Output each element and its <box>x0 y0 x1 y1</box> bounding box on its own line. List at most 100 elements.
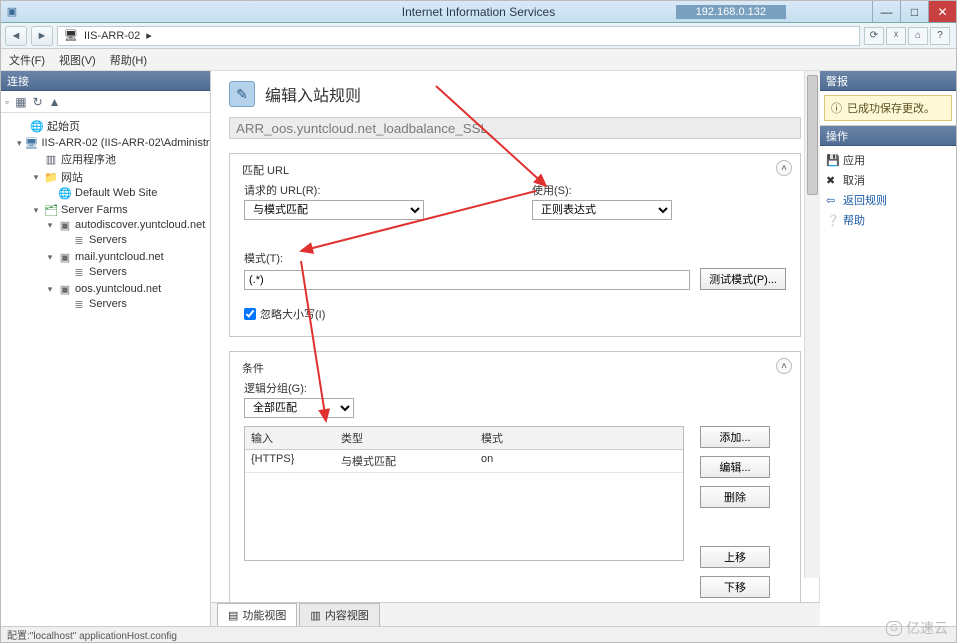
tree-label: Default Web Site <box>75 187 157 199</box>
action-back[interactable]: ⇦ 返回规则 <box>826 190 950 210</box>
farmnode-icon: ▣ <box>58 250 72 264</box>
servers-icon: ≣ <box>72 233 86 247</box>
tree-expand-icon[interactable]: ▦ <box>15 95 26 109</box>
close-button[interactable]: ✕ <box>928 1 956 22</box>
ignore-case-checkbox[interactable]: 忽略大小写(I) <box>244 306 786 322</box>
address-bar: ◄ ► 🖥 IIS-ARR-02 ▸ ⟳ ☓ ⌂ ? <box>1 23 956 49</box>
info-icon: ⓘ <box>831 100 842 116</box>
servers-icon: ≣ <box>72 297 86 311</box>
delete-condition-button[interactable]: 删除 <box>700 486 770 508</box>
tree-label: Server Farms <box>61 204 128 216</box>
server-icon: 🖥 <box>25 136 39 150</box>
tab-label: 功能视图 <box>242 607 286 623</box>
help-toolbar-button[interactable]: ? <box>930 27 950 45</box>
nav-forward-button[interactable]: ► <box>31 26 53 46</box>
tree-farm-oos[interactable]: ▾▣oos.yuntcloud.net <box>45 282 208 296</box>
tab-label: 内容视图 <box>325 607 369 623</box>
tab-content[interactable]: ▥内容视图 <box>299 603 379 626</box>
watermark-text: 亿速云 <box>906 618 948 638</box>
col-input: 输入 <box>245 427 335 449</box>
back-icon: ⇦ <box>826 194 838 206</box>
chevron-right-icon: ▸ <box>146 29 152 42</box>
minimize-button[interactable]: — <box>872 1 900 22</box>
tree-label: autodiscover.yuntcloud.net <box>75 219 205 231</box>
tree-label: mail.yuntcloud.net <box>75 251 164 263</box>
table-row[interactable]: {HTTPS} 与模式匹配 on <box>245 450 683 473</box>
conditions-panel: 条件 ˄ 逻辑分组(G): 全部匹配 输入 类型 <box>229 351 801 602</box>
refresh-button[interactable]: ⟳ <box>864 27 884 45</box>
help-icon: ❔ <box>826 214 838 226</box>
status-text: 配置:"localhost" applicationHost.config <box>7 627 177 642</box>
add-condition-button[interactable]: 添加... <box>700 426 770 448</box>
tree-label: 应用程序池 <box>61 151 116 167</box>
move-down-button[interactable]: 下移 <box>700 576 770 598</box>
farmnode-icon: ▣ <box>58 282 72 296</box>
ignore-case-label: 忽略大小写(I) <box>260 306 325 322</box>
action-cancel[interactable]: ✖ 取消 <box>826 170 950 190</box>
ignore-case-input[interactable] <box>244 308 256 320</box>
tree-default-site[interactable]: 🌐Default Web Site <box>45 186 208 200</box>
breadcrumb[interactable]: 🖥 IIS-ARR-02 ▸ <box>57 26 860 46</box>
test-pattern-button[interactable]: 测试模式(P)... <box>700 268 786 290</box>
tree-servers[interactable]: ≣Servers <box>59 233 208 247</box>
window-ip: 192.168.0.132 <box>676 5 786 19</box>
tree-up-icon[interactable]: ▲ <box>49 95 61 109</box>
menu-file[interactable]: 文件(F) <box>9 52 45 68</box>
watermark: G 亿速云 <box>886 618 948 638</box>
pattern-input[interactable] <box>244 270 690 290</box>
tree-app-pools[interactable]: ▥应用程序池 <box>31 151 208 167</box>
tab-features[interactable]: ▤ 功能视图 <box>217 603 297 626</box>
connect-icon[interactable]: ◦ <box>5 95 9 109</box>
tree-farm-autodiscover[interactable]: ▾▣autodiscover.yuntcloud.net <box>45 218 208 232</box>
tree-label: Servers <box>89 298 127 310</box>
tree-server-farms[interactable]: ▾🗂Server Farms <box>31 203 208 217</box>
using-select[interactable]: 正则表达式 <box>532 200 672 220</box>
alert-text: 已成功保存更改。 <box>847 100 935 116</box>
tree-servers[interactable]: ≣Servers <box>59 297 208 311</box>
col-pattern: 模式 <box>475 427 683 449</box>
watermark-icon: G <box>886 621 902 636</box>
tree-refresh-icon[interactable]: ↻ <box>33 95 43 109</box>
move-up-button[interactable]: 上移 <box>700 546 770 568</box>
tree-sites[interactable]: ▾📁网站 <box>31 169 208 185</box>
edit-condition-button[interactable]: 编辑... <box>700 456 770 478</box>
vertical-scrollbar[interactable] <box>804 71 820 578</box>
apply-icon: 💾 <box>826 154 838 166</box>
menu-help[interactable]: 帮助(H) <box>110 52 147 68</box>
farm-icon: 🗂 <box>44 203 58 217</box>
stop-button[interactable]: ☓ <box>886 27 906 45</box>
conditions-table[interactable]: 输入 类型 模式 {HTTPS} 与模式匹配 on <box>244 426 684 561</box>
view-tabs: ▤ 功能视图 ▥内容视图 <box>211 602 820 626</box>
collapse-button[interactable]: ˄ <box>776 358 792 374</box>
tree-start-page[interactable]: 🌐起始页 <box>17 118 208 134</box>
menu-bar: 文件(F) 视图(V) 帮助(H) <box>1 49 956 71</box>
url-rewrite-icon: ✎ <box>229 81 255 107</box>
logical-group-select[interactable]: 全部匹配 <box>244 398 354 418</box>
menu-view[interactable]: 视图(V) <box>59 52 96 68</box>
maximize-button[interactable]: □ <box>900 1 928 22</box>
scrollbar-thumb[interactable] <box>807 75 818 195</box>
requested-url-select[interactable]: 与模式匹配 <box>244 200 424 220</box>
cell-input: {HTTPS} <box>245 450 335 472</box>
action-help[interactable]: ❔帮助 <box>826 210 950 230</box>
window-titlebar: ▣ Internet Information Services 192.168.… <box>1 1 956 23</box>
connections-tree[interactable]: 🌐起始页 ▾🖥IIS-ARR-02 (IIS-ARR-02\Administra… <box>1 113 210 626</box>
tree-server-node[interactable]: ▾🖥IIS-ARR-02 (IIS-ARR-02\Administrator) <box>17 136 208 150</box>
server-icon: 🖥 <box>64 29 78 42</box>
cell-pattern: on <box>475 450 683 472</box>
nav-back-button[interactable]: ◄ <box>5 26 27 46</box>
apppool-icon: ▥ <box>44 152 58 166</box>
tree-farm-mail[interactable]: ▾▣mail.yuntcloud.net <box>45 250 208 264</box>
tree-label: Servers <box>89 234 127 246</box>
tree-servers[interactable]: ≣Servers <box>59 265 208 279</box>
collapse-button[interactable]: ˄ <box>776 160 792 176</box>
action-apply[interactable]: 💾应用 <box>826 150 950 170</box>
content-pane: ✎ 编辑入站规则 匹配 URL ˄ 请求的 URL(R): 与模式匹配 <box>211 71 820 626</box>
features-icon: ▤ <box>228 609 238 622</box>
tree-label: 起始页 <box>47 118 80 134</box>
sites-icon: 📁 <box>44 170 58 184</box>
home-button[interactable]: ⌂ <box>908 27 928 45</box>
cancel-icon: ✖ <box>826 174 838 186</box>
action-label: 返回规则 <box>843 192 887 208</box>
action-label: 取消 <box>843 172 865 188</box>
